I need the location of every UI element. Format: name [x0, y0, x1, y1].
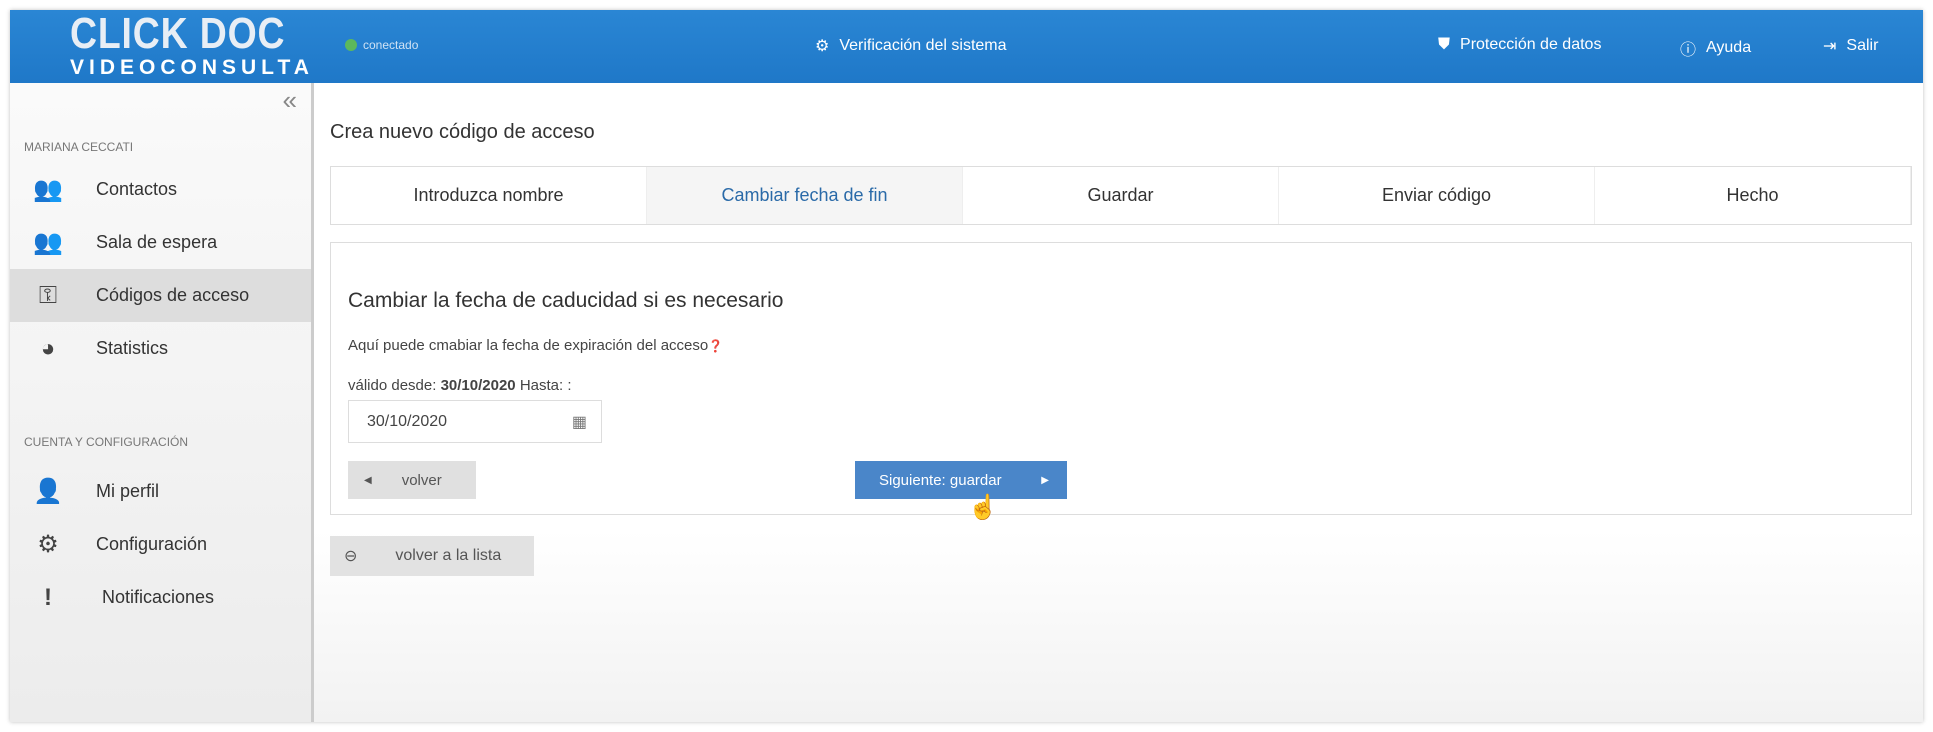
description-text: Aquí puede cmabiar la fecha de expiració… — [348, 337, 709, 354]
status-text: conectado — [363, 38, 419, 52]
user-icon: 👤 — [33, 478, 63, 505]
question-circle-icon: ⓘ — [1680, 42, 1697, 59]
validity-text: válido desde: 30/10/2020 Hasta: : — [348, 377, 572, 394]
sidebar-item-codigos-de-acceso[interactable]: ⚿ Códigos de acceso — [10, 269, 311, 322]
system-check-link[interactable]: ⚙ Verificación del sistema — [815, 36, 1007, 56]
sidebar-item-statistics[interactable]: ◕ Statistics — [10, 322, 311, 375]
main-content: Crea nuevo código de acceso Introduzca n… — [314, 83, 1923, 722]
key-icon: ⚿ — [38, 281, 58, 309]
caret-right-icon: ▶ — [1041, 474, 1049, 486]
collapse-sidebar-icon[interactable]: « — [283, 85, 297, 116]
pie-chart-icon: ◕ — [40, 334, 56, 362]
users-icon: 👥 — [33, 176, 63, 203]
help-link[interactable]: ⓘ Ayuda — [1680, 36, 1751, 60]
sidebar-item-label: Sala de espera — [96, 232, 218, 252]
page-title: Crea nuevo código de acceso — [330, 121, 595, 143]
gear-icon: ⚙ — [37, 531, 59, 558]
sign-out-icon: ⇥ — [1823, 38, 1837, 55]
calendar-icon[interactable]: ▦ — [572, 412, 587, 432]
connection-status: conectado — [345, 38, 418, 52]
until-label: Hasta: : — [519, 377, 572, 394]
step-hecho[interactable]: Hecho — [1595, 167, 1911, 224]
date-value: 30/10/2020 — [367, 412, 448, 430]
back-to-list-label: volver a la lista — [395, 547, 502, 564]
sidebar: « MARIANA CECCATI 👥 Contactos 👥 Sala de es… — [10, 83, 314, 722]
back-to-list-button[interactable]: ⊖ volver a la lista — [330, 536, 534, 576]
date-panel: Cambiar la fecha de caducidad si es nece… — [330, 242, 1912, 515]
sidebar-item-label: Notificaciones — [102, 587, 215, 607]
gear-icon: ⚙ — [815, 38, 830, 55]
sidebar-item-label: Códigos de acceso — [96, 285, 250, 305]
shield-icon: ⛊ — [1438, 36, 1451, 53]
step-introduzca-nombre[interactable]: Introduzca nombre — [331, 167, 647, 224]
next-save-button[interactable]: Siguiente: guardar ▶ — [855, 461, 1067, 499]
help-icon[interactable]: ❓ — [708, 339, 723, 353]
section-heading: CUENTA Y CONFIGURACIÓN — [24, 435, 189, 449]
step-cambiar-fecha[interactable]: Cambiar fecha de fin — [647, 167, 963, 224]
logout-link[interactable]: ⇥ Salir — [1823, 36, 1878, 56]
step-enviar-codigo[interactable]: Enviar código — [1279, 167, 1595, 224]
user-name: MARIANA CECCATI — [24, 140, 134, 154]
header: CLICK DOC VIDEOCONSULTA conectado ⚙ Verif… — [10, 10, 1923, 83]
logo-subtitle: VIDEOCONSULTA — [70, 56, 314, 79]
back-button[interactable]: ◀ volver — [348, 461, 476, 499]
sidebar-item-label: Statistics — [96, 338, 169, 358]
sidebar-item-configuracion[interactable]: ⚙ Configuración — [10, 518, 311, 571]
sidebar-item-notificaciones[interactable]: ! Notificaciones — [10, 571, 311, 624]
hand-cursor-icon: ☝ — [968, 494, 998, 521]
section-heading: Cambiar la fecha de caducidad si es nece… — [348, 289, 784, 312]
data-protection-label: Protección de datos — [1460, 36, 1602, 53]
valid-from-label: válido desde: — [348, 377, 437, 394]
sidebar-item-label: Contactos — [96, 179, 178, 199]
app-window: CLICK DOC VIDEOCONSULTA conectado ⚙ Verif… — [10, 10, 1923, 722]
sidebar-item-contactos[interactable]: 👥 Contactos — [10, 163, 311, 216]
back-label: volver — [401, 471, 442, 489]
group-icon: 👥 — [33, 229, 63, 256]
step-guardar[interactable]: Guardar — [963, 167, 1279, 224]
system-check-label: Verificación del sistema — [839, 37, 1007, 54]
status-dot-icon — [345, 39, 357, 51]
sidebar-item-sala-de-espera[interactable]: 👥 Sala de espera — [10, 216, 311, 269]
next-label: Siguiente: guardar — [879, 471, 1002, 489]
logo[interactable]: CLICK DOC VIDEOCONSULTA — [70, 12, 330, 80]
logout-label: Salir — [1846, 37, 1879, 54]
wizard-steps: Introduzca nombre Cambiar fecha de fin G… — [330, 166, 1912, 225]
help-label: Ayuda — [1706, 39, 1752, 56]
sidebar-item-label: Configuración — [96, 534, 208, 554]
caret-left-icon: ◀ — [364, 474, 372, 486]
sidebar-item-label: Mi perfil — [96, 481, 160, 501]
valid-from-date: 30/10/2020 — [440, 377, 516, 394]
description: Aquí puede cmabiar la fecha de expiració… — [348, 337, 723, 354]
arrow-circle-left-icon: ⊖ — [344, 548, 358, 565]
end-date-input[interactable]: 30/10/2020 ▦ — [348, 400, 602, 443]
exclamation-icon: ! — [44, 583, 52, 611]
logo-text: CLICK DOC — [70, 9, 286, 58]
sidebar-item-mi-perfil[interactable]: 👤 Mi perfil — [10, 465, 311, 518]
data-protection-link[interactable]: ⛊ Protección de datos — [1438, 36, 1601, 54]
